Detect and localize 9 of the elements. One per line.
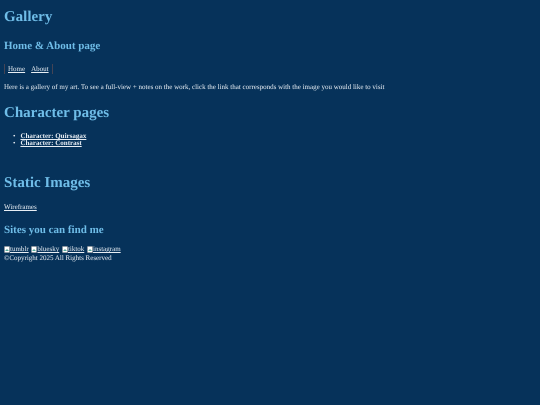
broken-image-icon — [31, 246, 38, 254]
broken-image-icon — [62, 246, 68, 254]
section-heading: Home & About page — [4, 40, 102, 52]
broken-image-icon — [87, 246, 94, 254]
section-heading: Sites you can find me — [4, 224, 105, 236]
page-title: Gallery — [4, 8, 54, 26]
broken-image-icon — [4, 246, 10, 254]
section-heading: Character pages — [4, 104, 110, 122]
section-heading: Static Images — [4, 175, 92, 192]
